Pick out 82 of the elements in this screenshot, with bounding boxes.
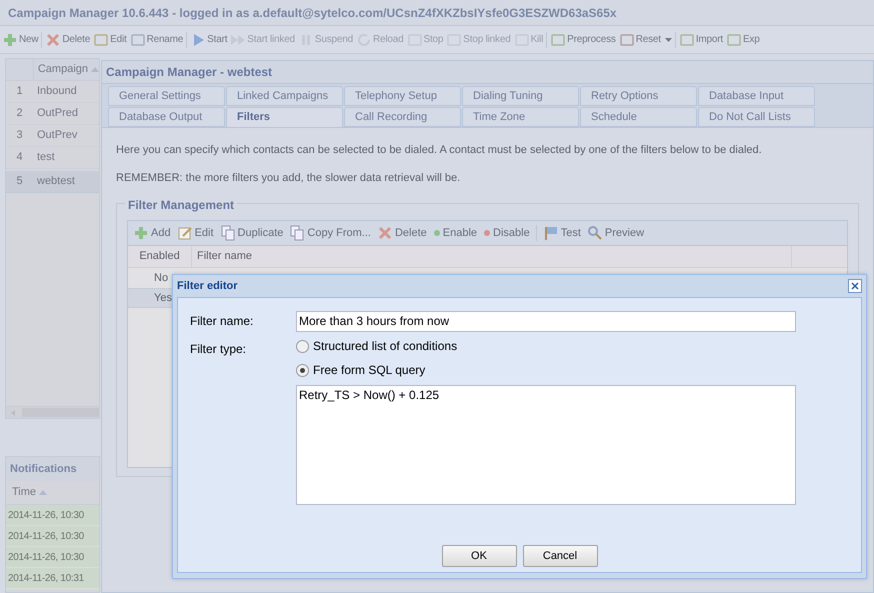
flag-icon xyxy=(542,225,559,241)
tab[interactable]: Filters xyxy=(226,107,343,127)
toolbar-button[interactable]: Add xyxy=(133,224,171,242)
tab[interactable]: Database Input xyxy=(698,86,815,106)
field-label: Filter type: xyxy=(190,341,248,358)
sql-query-field[interactable]: Retry_TS > Now() + 0.125 xyxy=(296,385,796,505)
toolbar-button[interactable]: Exp xyxy=(726,32,760,48)
row-number: 3 xyxy=(15,128,24,144)
document-copy-icon xyxy=(289,225,306,241)
plus-icon xyxy=(2,32,18,48)
campaign-name: OutPred xyxy=(36,106,78,122)
notification-row: 2014-11-26, 10:30 xyxy=(6,547,99,568)
tab[interactable]: Database Output xyxy=(108,107,225,127)
notification-row: 2014-11-26, 10:31 xyxy=(6,568,99,589)
column-header[interactable]: Filter name xyxy=(192,246,792,267)
toolbar-button[interactable]: Disable xyxy=(483,224,530,242)
intro-text: REMEMBER: the more filters you add, the slower data retrieval will be. xyxy=(116,170,462,186)
row-number: 1 xyxy=(15,84,24,100)
radio-option[interactable]: Structured list of conditions xyxy=(296,337,796,355)
dot-icon xyxy=(483,229,492,237)
toolbar-button[interactable]: Reset xyxy=(618,32,672,48)
tab[interactable]: Dialing Tuning xyxy=(462,86,579,106)
row-number: 4 xyxy=(15,150,24,166)
caret-icon xyxy=(664,38,672,42)
toolbar-button[interactable]: Rename xyxy=(130,32,184,48)
toolbar-button[interactable]: Duplicate xyxy=(220,224,284,242)
campaign-row[interactable]: 5 webtest xyxy=(6,171,99,193)
tab[interactable]: Schedule xyxy=(580,107,697,127)
document-copy-icon xyxy=(220,225,236,241)
campaign-name: OutPrev xyxy=(36,128,78,144)
toolbar-button[interactable]: Preprocess xyxy=(550,32,616,48)
toolbar-button[interactable]: Edit xyxy=(176,224,214,242)
dialog-button[interactable]: OK xyxy=(442,545,516,567)
row-number: 5 xyxy=(15,174,24,190)
enabled-cell-text: Yes xyxy=(153,290,172,306)
tab[interactable]: Do Not Call Lists xyxy=(698,107,815,127)
notification-row: 2014-11-26, 10:30 xyxy=(6,505,99,526)
toolbar-button[interactable]: Import xyxy=(678,32,723,48)
toolbar-button[interactable]: Preview xyxy=(586,224,644,242)
column-header[interactable]: Time xyxy=(12,484,36,501)
toolbar-button[interactable]: Delete xyxy=(45,32,90,48)
campaign-name: test xyxy=(36,150,55,166)
dot-icon xyxy=(432,229,441,237)
magnifier-icon xyxy=(586,225,603,241)
toolbar-button[interactable]: Test xyxy=(542,224,581,242)
dialog-button[interactable]: Cancel xyxy=(522,545,598,567)
campaign-name: Inbound xyxy=(36,84,77,100)
campaign-name: webtest xyxy=(36,174,75,190)
toolbar-button[interactable]: Delete xyxy=(376,224,427,242)
radio-option[interactable]: Free form SQL query xyxy=(296,361,796,379)
column-header[interactable]: Enabled xyxy=(128,246,192,267)
horizontal-scrollbar[interactable] xyxy=(6,406,99,418)
toolbar-button[interactable]: Copy From... xyxy=(289,224,371,242)
filter-name-field[interactable]: More than 3 hours from now xyxy=(296,310,796,332)
radio-button[interactable] xyxy=(296,364,309,376)
close-icon xyxy=(851,282,859,290)
tab[interactable]: Time Zone xyxy=(462,107,579,127)
cross-icon xyxy=(45,32,62,48)
toolbar-button[interactable]: New xyxy=(2,32,38,48)
enabled-cell-text: No xyxy=(153,270,168,286)
toolbar-button[interactable]: Start xyxy=(190,32,228,48)
panel-title: Notifications xyxy=(10,462,77,477)
toolbar-button[interactable]: Edit xyxy=(93,32,127,48)
window-title: Campaign Manager - webtest xyxy=(106,64,272,81)
close-button[interactable] xyxy=(848,279,862,293)
intro-text: Here you can specify which contacts can be selected to be dialed. A contact must be selected by one of the filters below to be dialed. xyxy=(116,143,763,158)
tab[interactable]: Retry Options xyxy=(580,86,697,106)
plus-icon xyxy=(133,225,149,241)
row-number: 2 xyxy=(15,106,24,122)
tab[interactable]: Telephony Setup xyxy=(344,86,461,106)
window-title: Campaign Manager 10.6.443 - logged in as a.default@sytelco.com/UCsnZ4fXKZbsIYsfe0G3ESZWD63aS65x xyxy=(8,4,617,22)
sort-ascending-icon xyxy=(91,67,99,72)
notification-row: 2014-11-26, 10:30 xyxy=(6,526,99,547)
radio-button[interactable] xyxy=(296,340,309,352)
tab[interactable]: Call Recording xyxy=(344,107,461,127)
toolbar-button[interactable]: Enable xyxy=(432,224,478,242)
tab[interactable]: Linked Campaigns xyxy=(226,86,343,106)
cross-icon xyxy=(376,225,393,241)
tab[interactable]: General Settings xyxy=(108,86,225,106)
sort-ascending-icon xyxy=(39,490,48,495)
field-label: Filter name: xyxy=(190,313,254,330)
dialog-title: Filter editor xyxy=(177,278,238,294)
